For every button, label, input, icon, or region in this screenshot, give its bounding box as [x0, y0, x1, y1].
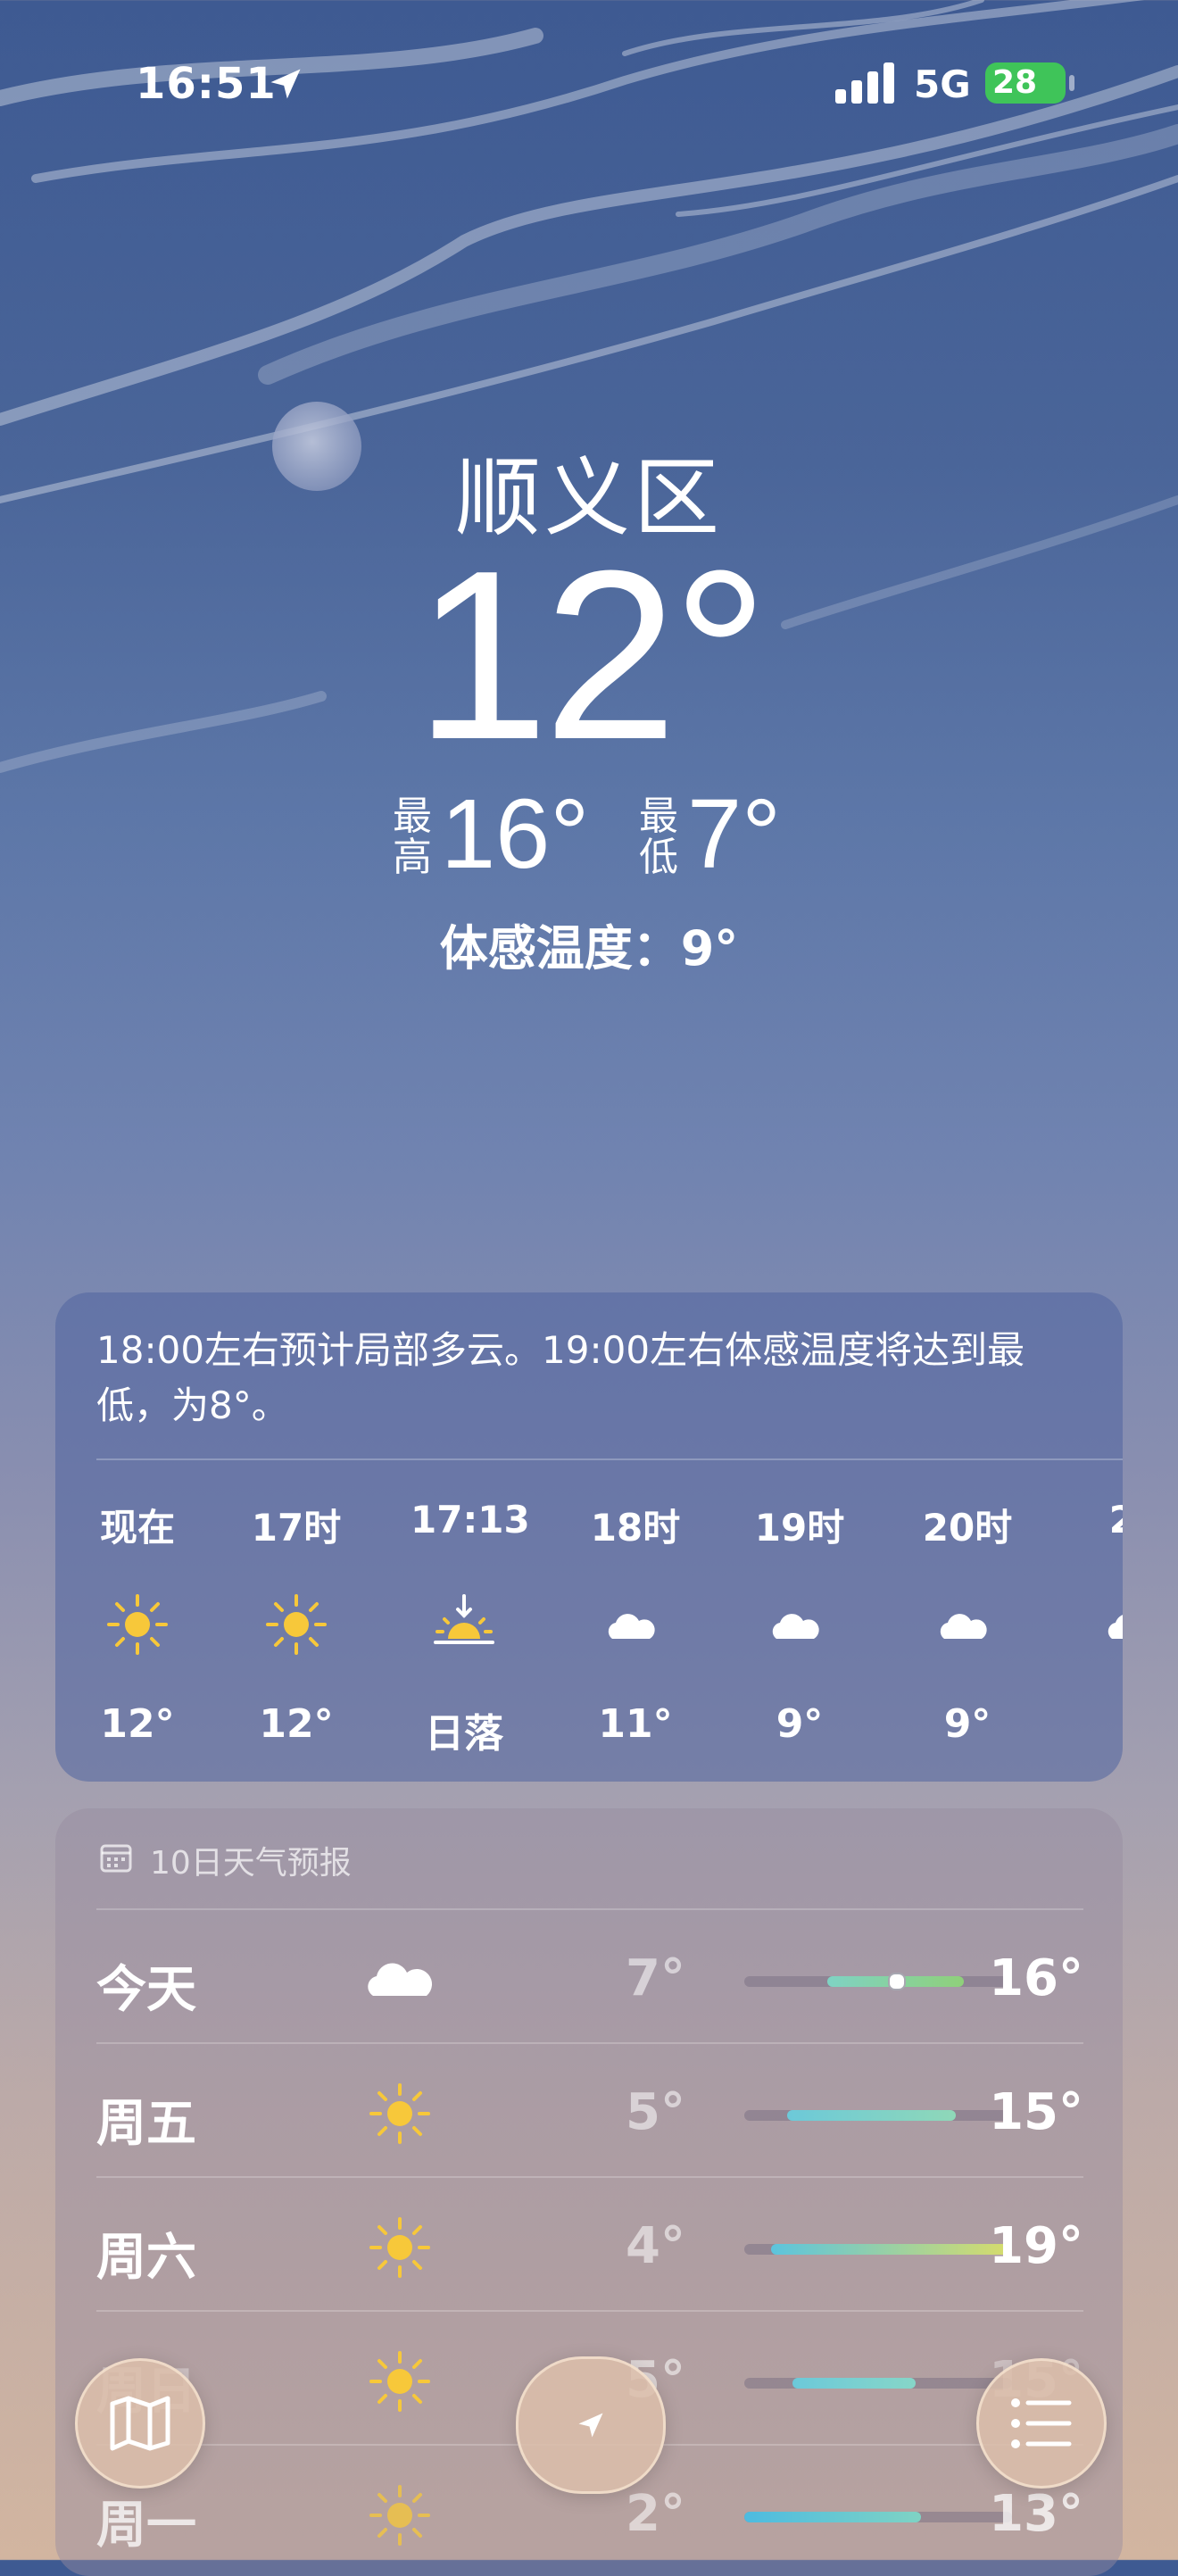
temp-range-fill [744, 2512, 921, 2522]
current-temperature: 12° [414, 521, 768, 790]
hour-temp: 12° [100, 1701, 175, 1747]
hour-label: 现在 [99, 1506, 175, 1550]
high-temp: 16° [441, 779, 590, 889]
cloud-moon-icon [608, 1608, 659, 1639]
day-low: 2° [626, 2485, 685, 2543]
sun-icon [369, 2083, 430, 2144]
day-name: 今天 [96, 1961, 196, 2019]
temp-range-fill [792, 2378, 916, 2389]
hour-item: 21 9 [1082, 1498, 1123, 1747]
sun-icon [369, 2217, 430, 2278]
hour-temp: 12° [259, 1701, 334, 1747]
hour-label: 17时 [251, 1506, 342, 1550]
current-location-button[interactable] [516, 2356, 666, 2494]
sunset-icon [434, 1594, 494, 1644]
hour-item: 现在 12° [84, 1498, 191, 1747]
hour-temp: 11° [598, 1701, 673, 1747]
network-type: 5G [914, 62, 971, 106]
hour-temp: 9° [776, 1701, 824, 1747]
city-list-button[interactable] [976, 2358, 1107, 2489]
divider [96, 1458, 1123, 1460]
list-icon [1011, 2398, 1072, 2448]
current-temp-marker [888, 1973, 906, 1990]
day-high: 13° [989, 2485, 1083, 2543]
low-label: 最低 [639, 794, 678, 880]
day-name: 周五 [96, 2095, 196, 2153]
cloud-moon-icon [940, 1608, 991, 1639]
temp-range-bar [744, 2110, 1012, 2121]
location-arrow-icon [578, 2413, 603, 2438]
hourly-forecast-card[interactable]: 18:00左右预计局部多云。19:00左右体感温度将达到最低，为8°。 现在 1… [55, 1292, 1123, 1782]
hour-item: 18时 11° [582, 1498, 689, 1747]
hour-label: 17:13 [411, 1498, 530, 1541]
cloud-moon-icon [1107, 1615, 1123, 1639]
forecast-summary: 18:00左右预计局部多云。19:00左右体感温度将达到最低，为8°。 [96, 1328, 1025, 1427]
day-row[interactable]: 今天 7° 16° [96, 1908, 1083, 2044]
battery-level: 28 [992, 64, 1038, 101]
hour-temp: 9 [1082, 1701, 1123, 1747]
cellular-signal-icon [835, 62, 894, 104]
map-button[interactable] [75, 2358, 205, 2489]
day-row[interactable]: 周五 5° 15° [96, 2042, 1083, 2178]
hour-item: 17时 12° [243, 1498, 350, 1747]
status-time: 16:51 [136, 59, 277, 109]
hour-temp: 日落 [425, 1711, 503, 1757]
day-name: 周六 [96, 2229, 196, 2287]
high-low: 最高 16° 最低 7° [0, 785, 1178, 884]
map-icon [110, 2396, 170, 2451]
temp-range-bar [744, 1976, 1012, 1987]
cloud-moon-icon [772, 1608, 823, 1639]
day-high: 16° [989, 1949, 1083, 2007]
day-name: 周一 [96, 2497, 196, 2555]
day-high: 15° [989, 2083, 1083, 2141]
ten-day-title: 10日天气预报 [150, 1845, 352, 1882]
temp-range-fill [787, 2110, 956, 2121]
battery-nub [1069, 75, 1074, 91]
temp-range-bar [744, 2378, 1012, 2389]
sun-icon [266, 1594, 327, 1655]
temp-range-bar [744, 2244, 1012, 2255]
hour-item: 17:13 日落 [411, 1498, 530, 1758]
day-row[interactable]: 周六 4° 19° [96, 2176, 1083, 2312]
sun-icon [369, 2351, 430, 2412]
day-low: 4° [626, 2217, 685, 2275]
sun-icon [369, 2485, 430, 2546]
calendar-icon [100, 1844, 132, 1873]
hour-label: 19时 [754, 1506, 845, 1550]
hour-label: 18时 [590, 1506, 681, 1550]
feels-like: 体感温度：9° [439, 920, 739, 976]
temp-range-bar [744, 2512, 1012, 2522]
hour-label: 20时 [922, 1506, 1013, 1550]
hour-item: 20时 9° [914, 1498, 1021, 1747]
low-temp: 7° [687, 779, 782, 889]
cloud-icon [368, 1963, 433, 1996]
hour-item: 19时 9° [746, 1498, 853, 1747]
day-high: 19° [989, 2217, 1083, 2275]
hour-label: 21 [1108, 1498, 1123, 1541]
day-low: 5° [626, 2083, 685, 2141]
status-bar: 16:51 5G 28 [0, 54, 1178, 116]
temp-range-fill [771, 2244, 1012, 2255]
sun-icon [107, 1594, 168, 1655]
battery-icon: 28 [985, 62, 1066, 104]
hour-temp: 9° [943, 1701, 991, 1747]
location-arrow-icon [270, 69, 301, 99]
day-low: 7° [626, 1949, 685, 2007]
high-label: 最高 [393, 794, 432, 880]
